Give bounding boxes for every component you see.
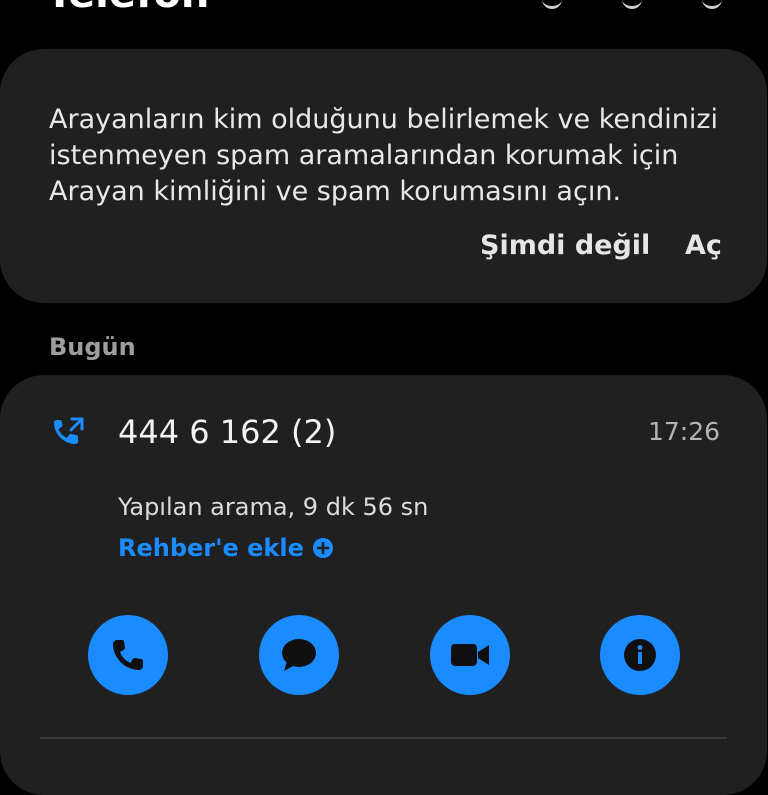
- video-call-button[interactable]: [430, 615, 510, 695]
- phone-icon: [113, 640, 143, 670]
- call-detail: Yapılan arama, 9 dk 56 sn: [118, 493, 429, 521]
- video-icon: [451, 644, 489, 666]
- add-to-contacts-label: Rehber'e ekle: [118, 534, 304, 562]
- section-header-today: Bugün: [49, 333, 136, 361]
- top-action-icons[interactable]: [542, 0, 722, 9]
- divider: [40, 737, 727, 739]
- call-button[interactable]: [88, 615, 168, 695]
- info-icon: [624, 639, 656, 671]
- more-options-icon[interactable]: [702, 0, 722, 9]
- spam-protection-message: Arayanların kim olduğunu belirlemek ve k…: [49, 104, 719, 207]
- outgoing-call-icon: [54, 417, 84, 444]
- filter-icon[interactable]: [622, 0, 642, 9]
- message-button[interactable]: [259, 615, 339, 695]
- search-icon[interactable]: [542, 0, 562, 9]
- message-icon: [282, 639, 316, 671]
- plus-circle-icon: [312, 538, 333, 558]
- call-number: 444 6 162 (2): [118, 413, 337, 451]
- add-to-contacts-link[interactable]: Rehber'e ekle: [118, 531, 334, 565]
- open-button[interactable]: Aç: [685, 226, 722, 266]
- info-button[interactable]: [600, 615, 680, 695]
- app-title: Telefon: [46, 0, 209, 14]
- not-now-button[interactable]: Şimdi değil: [480, 226, 650, 266]
- call-time: 17:26: [647, 417, 720, 446]
